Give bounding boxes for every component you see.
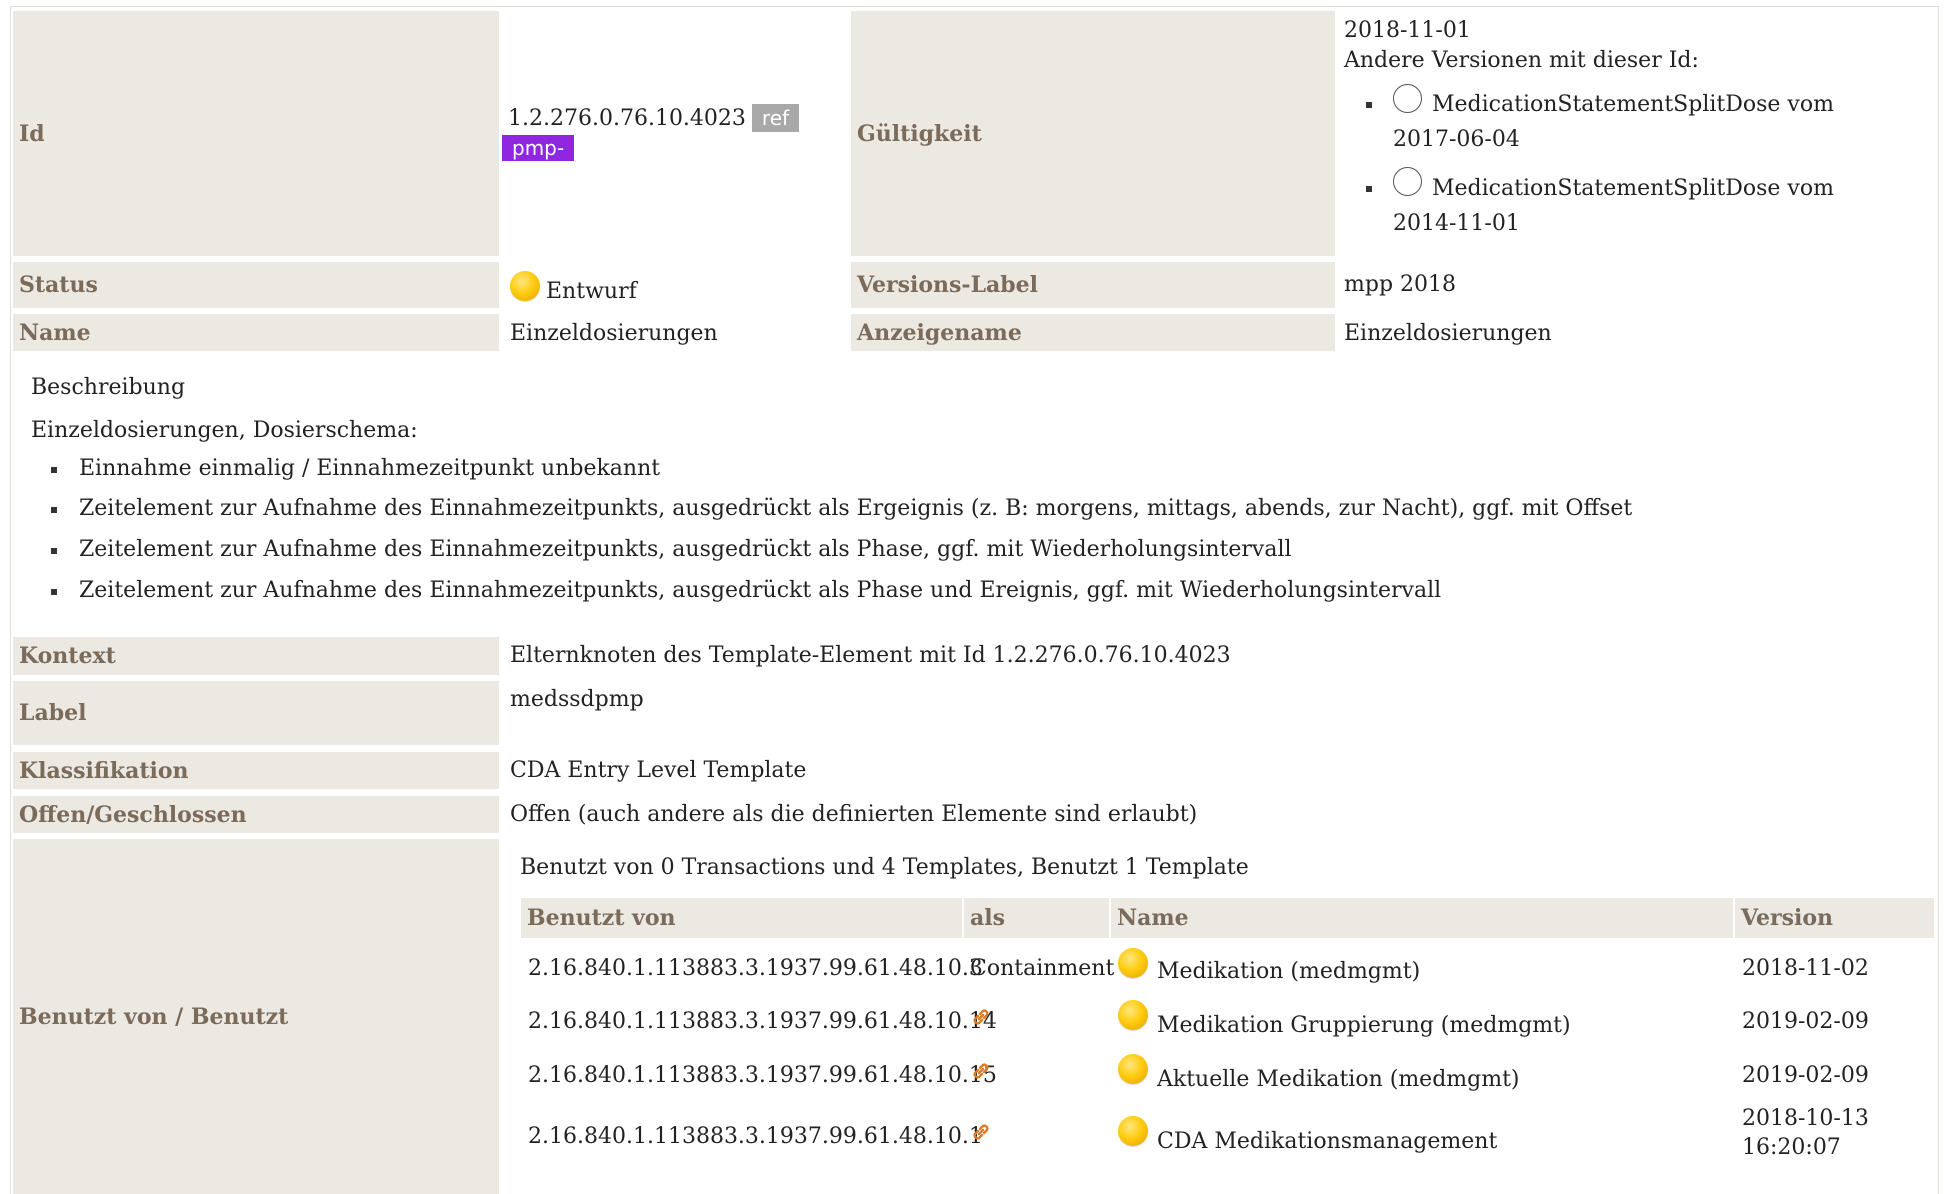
version-label-value: mpp 2018 — [1344, 272, 1457, 297]
description-item: Einnahme einmalig / Einnahmezeitpunkt un… — [79, 456, 661, 481]
context-value: Elternknoten des Template-Element mit Id… — [510, 643, 1231, 668]
other-version-name[interactable]: MedicationStatementSplitDose vom — [1432, 176, 1834, 201]
status-draft-icon — [510, 271, 540, 301]
column-header-name: Name — [1111, 898, 1733, 938]
name-label: Name — [13, 314, 499, 351]
link-icon[interactable] — [970, 1060, 992, 1082]
name-value: Einzeldosierungen — [510, 321, 718, 346]
bullet — [51, 507, 57, 513]
status-label: Status — [13, 262, 499, 308]
status-value: Entwurf — [546, 278, 637, 304]
id-value-cell: 1.2.276.0.76.10.4023 ref — [508, 104, 800, 132]
bullet — [1366, 102, 1372, 108]
template-name[interactable]: Aktuelle Medikation (medmgmt) — [1157, 1067, 1520, 1092]
column-header-as: als — [964, 898, 1109, 938]
id-value: 1.2.276.0.76.10.4023 — [508, 105, 746, 131]
other-version-name[interactable]: MedicationStatementSplitDose vom — [1432, 92, 1834, 117]
description-intro: Einzeldosierungen, Dosierschema: — [31, 418, 418, 443]
template-version: 2018-11-02 — [1742, 956, 1869, 981]
column-header-version: Version — [1735, 898, 1934, 938]
pmp-tag-wrap: pmp- — [502, 135, 575, 161]
template-name[interactable]: CDA Medikationsmanagement — [1157, 1129, 1497, 1154]
classification-value: CDA Entry Level Template — [510, 758, 807, 783]
bullet — [51, 467, 57, 473]
context-label: Kontext — [13, 637, 499, 675]
bullet — [51, 589, 57, 595]
template-version-time: 16:20:07 — [1742, 1135, 1841, 1160]
other-version-date[interactable]: 2017-06-04 — [1393, 127, 1520, 152]
description-item: Zeitelement zur Aufnahme des Einnahmezei… — [79, 537, 1292, 562]
other-versions-title: Andere Versionen mit dieser Id: — [1344, 48, 1699, 73]
version-radio-icon[interactable] — [1393, 84, 1422, 113]
bullet — [1366, 186, 1372, 192]
bullet — [51, 548, 57, 554]
open-closed-value: Offen (auch andere als die definierten E… — [510, 802, 1198, 827]
ref-tag: ref — [751, 104, 800, 132]
status-value-cell: Entwurf — [510, 266, 637, 306]
usage-summary: Benutzt von 0 Transactions und 4 Templat… — [520, 855, 1249, 880]
status-draft-icon — [1118, 1116, 1148, 1146]
display-name-label: Anzeigename — [851, 314, 1335, 351]
display-name-value: Einzeldosierungen — [1344, 321, 1552, 346]
column-header-used-by: Benutzt von — [521, 898, 962, 938]
usage-type: Containment — [970, 956, 1115, 981]
template-name[interactable]: Medikation (medmgmt) — [1157, 959, 1420, 984]
description-heading: Beschreibung — [31, 375, 186, 400]
used-by-id[interactable]: 2.16.840.1.113883.3.1937.99.61.48.10.3 — [528, 956, 983, 981]
template-version: 2019-02-09 — [1742, 1063, 1869, 1088]
used-by-id[interactable]: 2.16.840.1.113883.3.1937.99.61.48.10.1 — [528, 1124, 983, 1149]
link-icon[interactable] — [970, 1121, 992, 1143]
usage-label: Benutzt von / Benutzt — [13, 839, 499, 1194]
template-name[interactable]: Medikation Gruppierung (medmgmt) — [1157, 1013, 1571, 1038]
open-closed-label: Offen/Geschlossen — [13, 796, 499, 833]
id-label: Id — [13, 11, 499, 256]
used-by-id[interactable]: 2.16.840.1.113883.3.1937.99.61.48.10.15 — [528, 1063, 997, 1088]
status-draft-icon — [1118, 948, 1148, 978]
version-label-label: Versions-Label — [851, 262, 1335, 308]
used-by-id[interactable]: 2.16.840.1.113883.3.1937.99.61.48.10.14 — [528, 1009, 997, 1034]
link-icon[interactable] — [970, 1006, 992, 1028]
description-item: Zeitelement zur Aufnahme des Einnahmezei… — [79, 496, 1633, 521]
version-radio-icon[interactable] — [1393, 167, 1422, 196]
label-value: medssdpmp — [510, 687, 644, 712]
validity-date: 2018-11-01 — [1344, 18, 1471, 43]
template-version: 2019-02-09 — [1742, 1009, 1869, 1034]
validity-label: Gültigkeit — [851, 11, 1335, 256]
label-label: Label — [13, 681, 499, 745]
description-item: Zeitelement zur Aufnahme des Einnahmezei… — [79, 578, 1442, 603]
template-version: 2018-10-13 — [1742, 1106, 1869, 1131]
status-draft-icon — [1118, 1000, 1148, 1030]
other-version-date[interactable]: 2014-11-01 — [1393, 211, 1520, 236]
status-draft-icon — [1118, 1054, 1148, 1084]
classification-label: Klassifikation — [13, 752, 499, 789]
pmp-tag: pmp- — [502, 135, 575, 161]
